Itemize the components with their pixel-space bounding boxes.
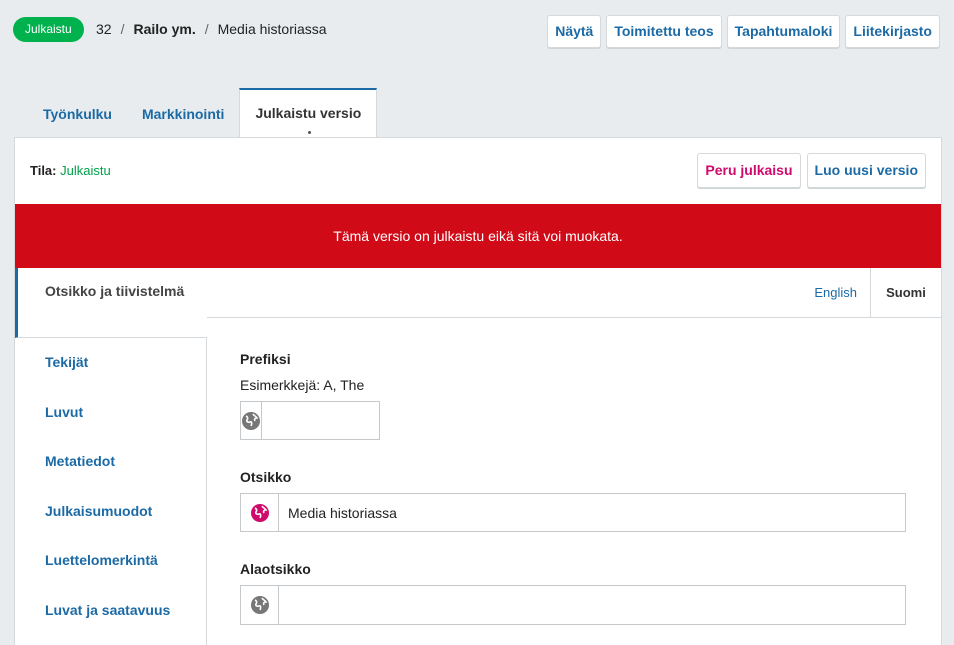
workflow-tabs: Työnkulku Markkinointi Julkaistu versio bbox=[28, 88, 378, 139]
submission-title: Media historiassa bbox=[217, 21, 327, 37]
prefix-label: Prefiksi bbox=[240, 351, 291, 367]
subtitle-label: Alaotsikko bbox=[240, 561, 311, 577]
language-english[interactable]: English bbox=[814, 268, 857, 317]
subtitle-input[interactable] bbox=[279, 586, 905, 624]
submission-id: 32 bbox=[96, 21, 112, 37]
globe-icon bbox=[241, 586, 279, 624]
language-finnish[interactable]: Suomi bbox=[870, 268, 941, 317]
active-tab-dot bbox=[308, 131, 312, 134]
publication-actions: Peru julkaisu Luo uusi versio bbox=[697, 153, 926, 188]
breadcrumb: 32 / Railo ym. / Media historiassa bbox=[96, 20, 327, 38]
status-badge: Julkaistu bbox=[13, 17, 84, 42]
publication-sidenav: Otsikko ja tiivistelmä Tekijät Luvut Met… bbox=[15, 268, 207, 645]
prefix-field bbox=[240, 401, 461, 440]
sidebar-item-publication-formats[interactable]: Julkaisumuodot bbox=[15, 487, 206, 537]
breadcrumb-separator: / bbox=[120, 21, 125, 37]
title-input[interactable] bbox=[279, 494, 905, 531]
header-bar: Julkaistu 32 / Railo ym. / Media historiassa… bbox=[0, 0, 954, 70]
subtitle-field bbox=[240, 585, 906, 625]
globe-icon bbox=[241, 402, 262, 439]
submission-authors: Railo ym. bbox=[133, 21, 196, 37]
title-field bbox=[240, 493, 906, 532]
publication-status: Tila: Julkaistu bbox=[30, 163, 111, 178]
published-alert: Tämä versio on julkaistu eikä sitä voi m… bbox=[15, 204, 941, 268]
status-value: Julkaistu bbox=[60, 163, 111, 178]
edited-volume-button[interactable]: Toimitettu teos bbox=[606, 15, 722, 48]
sidebar-item-contributors[interactable]: Tekijät bbox=[15, 338, 206, 388]
sidebar-item-title-abstract[interactable]: Otsikko ja tiivistelmä bbox=[15, 268, 207, 338]
prefix-description: Esimerkkejä: A, The bbox=[240, 377, 365, 393]
prefix-input[interactable] bbox=[262, 402, 461, 439]
status-label: Tila: bbox=[30, 163, 57, 178]
create-new-version-button[interactable]: Luo uusi versio bbox=[806, 153, 926, 188]
header-actions: Näytä Toimitettu teos Tapahtumaloki Liit… bbox=[547, 15, 940, 48]
language-switcher: English Suomi bbox=[206, 268, 941, 318]
view-button[interactable]: Näytä bbox=[547, 15, 602, 48]
globe-icon bbox=[241, 494, 279, 531]
sidebar-item-chapters[interactable]: Luvut bbox=[15, 388, 206, 438]
tab-published-version-label: Julkaistu versio bbox=[255, 105, 362, 121]
unpublish-button[interactable]: Peru julkaisu bbox=[697, 153, 801, 188]
tab-marketing[interactable]: Markkinointi bbox=[127, 89, 239, 139]
sidebar-item-permissions[interactable]: Luvat ja saatavuus bbox=[15, 586, 206, 636]
publication-panel: Tila: Julkaistu Peru julkaisu Luo uusi v… bbox=[14, 137, 942, 645]
activity-log-button[interactable]: Tapahtumaloki bbox=[726, 15, 841, 48]
breadcrumb-separator: / bbox=[204, 21, 209, 37]
sidebar-item-catalog-entry[interactable]: Luettelomerkintä bbox=[15, 536, 206, 586]
title-label: Otsikko bbox=[240, 469, 292, 485]
sidebar-item-metadata[interactable]: Metatiedot bbox=[15, 437, 206, 487]
tab-workflow[interactable]: Työnkulku bbox=[28, 89, 127, 139]
tab-published-version[interactable]: Julkaistu versio bbox=[239, 88, 378, 139]
library-button[interactable]: Liitekirjasto bbox=[845, 15, 940, 48]
